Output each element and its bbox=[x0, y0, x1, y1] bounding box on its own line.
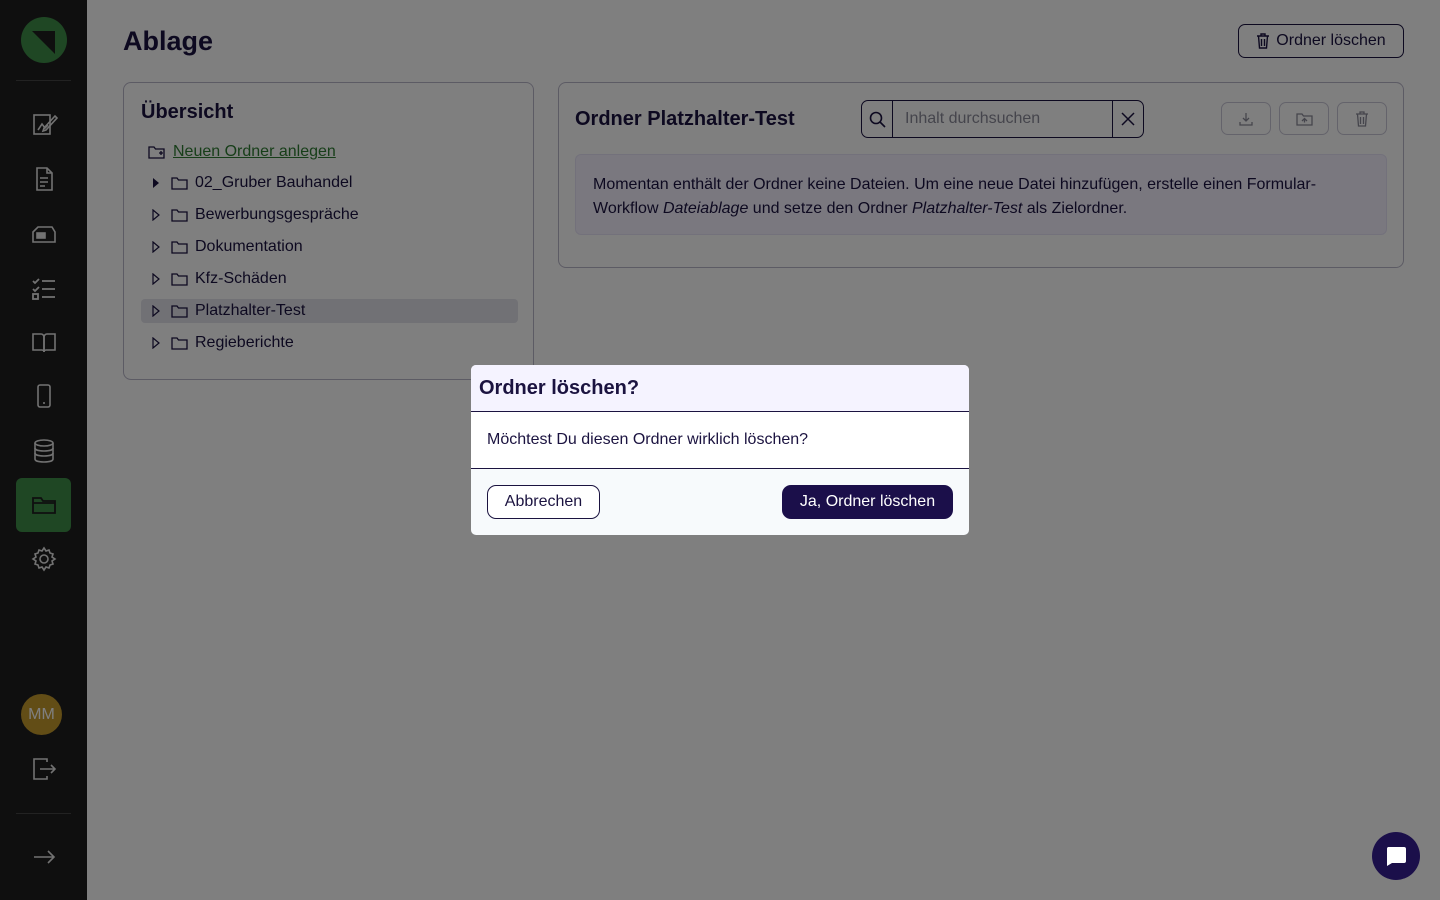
cancel-button[interactable]: Abbrechen bbox=[487, 485, 600, 519]
delete-folder-dialog: Ordner löschen? Möchtest Du diesen Ordne… bbox=[471, 365, 969, 535]
dialog-title: Ordner löschen? bbox=[471, 365, 969, 412]
dialog-message: Möchtest Du diesen Ordner wirklich lösch… bbox=[471, 412, 969, 469]
confirm-delete-button[interactable]: Ja, Ordner löschen bbox=[782, 485, 953, 519]
chat-launcher-button[interactable] bbox=[1372, 832, 1420, 880]
chat-icon bbox=[1386, 847, 1406, 866]
dialog-footer: Abbrechen Ja, Ordner löschen bbox=[471, 469, 969, 535]
